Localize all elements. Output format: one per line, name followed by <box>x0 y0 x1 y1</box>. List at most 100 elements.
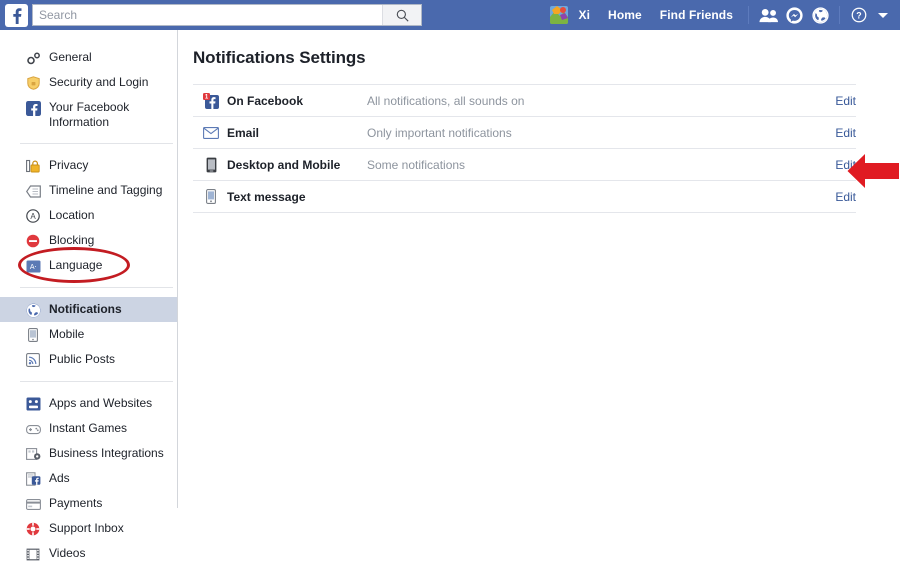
edit-button[interactable]: Edit <box>825 94 856 108</box>
row-description: All notifications, all sounds on <box>367 94 825 108</box>
sidebar-item-label: Language <box>49 257 102 273</box>
timeline-icon <box>25 183 41 199</box>
sidebar-item-label: Location <box>49 207 94 223</box>
facebook-square-icon <box>25 100 41 116</box>
svg-text:?: ? <box>856 11 861 21</box>
lifebuoy-icon <box>25 521 41 537</box>
sidebar-item-payments[interactable]: Payments <box>0 491 177 516</box>
sidebar-item-ads[interactable]: Ads <box>0 466 177 491</box>
facebook-notification-badge-icon: 1 <box>203 93 219 109</box>
sidebar-item-label: Security and Login <box>49 74 148 90</box>
sidebar-group-privacy: Privacy Timeline and Tagging A Location <box>0 153 177 278</box>
sidebar-item-label: Ads <box>49 470 70 486</box>
table-row[interactable]: Text message Edit <box>193 181 856 213</box>
help-icon[interactable]: ? <box>846 2 872 28</box>
gamepad-icon <box>25 421 41 437</box>
payments-card-icon <box>25 496 41 512</box>
ads-icon <box>25 471 41 487</box>
sidebar-item-label: Public Posts <box>49 351 115 367</box>
svg-text:A: A <box>30 212 36 221</box>
friend-requests-icon[interactable] <box>755 2 781 28</box>
table-row[interactable]: 1 On Facebook All notifications, all sou… <box>193 85 856 117</box>
profile-avatar[interactable] <box>550 6 568 24</box>
notifications-settings-list: 1 On Facebook All notifications, all sou… <box>193 84 856 213</box>
sidebar-item-label: Instant Games <box>49 420 127 436</box>
messenger-icon[interactable] <box>781 2 807 28</box>
sidebar-item-general[interactable]: General <box>0 45 177 70</box>
nav-divider <box>748 6 749 24</box>
sidebar-group-notifications: Notifications Mobile Public <box>0 297 177 372</box>
sidebar-item-label: Business Integrations <box>49 445 164 461</box>
row-label: On Facebook <box>227 94 367 108</box>
sidebar-item-notifications[interactable]: Notifications <box>0 297 177 322</box>
sidebar-item-location[interactable]: A Location <box>0 203 177 228</box>
top-navigation-bar: Xi Home Find Friends <box>0 0 900 30</box>
table-row[interactable]: Desktop and Mobile Some notifications Ed… <box>193 149 856 181</box>
notifications-globe-icon[interactable] <box>807 2 833 28</box>
search-bar[interactable] <box>32 4 422 26</box>
sidebar-item-label: Timeline and Tagging <box>49 182 162 198</box>
sidebar-item-apps-and-websites[interactable]: Apps and Websites <box>0 391 177 416</box>
row-description: Some notifications <box>367 158 825 172</box>
globe-icon <box>25 302 41 318</box>
sidebar-item-public-posts[interactable]: Public Posts <box>0 347 177 372</box>
page-title: Notifications Settings <box>193 48 856 68</box>
sidebar-divider <box>20 381 173 382</box>
sidebar-item-security-and-login[interactable]: Security and Login <box>0 70 177 95</box>
sidebar-item-support-inbox[interactable]: Support Inbox <box>0 516 177 541</box>
business-gear-icon <box>25 446 41 462</box>
sidebar-item-timeline-and-tagging[interactable]: Timeline and Tagging <box>0 178 177 203</box>
shield-icon <box>25 75 41 91</box>
header-right-nav: Xi Home Find Friends <box>546 0 891 30</box>
sidebar-item-label: Privacy <box>49 157 88 173</box>
envelope-icon <box>203 125 219 141</box>
sidebar-item-label: General <box>49 49 92 65</box>
sidebar-item-videos[interactable]: Videos <box>0 541 177 566</box>
settings-sidebar: General Security and Login Your Facebook… <box>0 30 178 508</box>
edit-button[interactable]: Edit <box>825 126 856 140</box>
rss-icon <box>25 352 41 368</box>
sidebar-item-your-facebook-information[interactable]: Your Facebook Information <box>0 95 177 134</box>
svg-text:A⋅: A⋅ <box>29 264 36 271</box>
mobile-icon <box>25 327 41 343</box>
sidebar-group-apps: Apps and Websites Instant Games <box>0 391 177 566</box>
find-friends-link[interactable]: Find Friends <box>651 0 742 30</box>
sidebar-item-mobile[interactable]: Mobile <box>0 322 177 347</box>
device-dark-icon <box>203 157 219 173</box>
phone-icon <box>203 189 219 205</box>
sidebar-item-label: Apps and Websites <box>49 395 152 411</box>
sidebar-item-business-integrations[interactable]: Business Integrations <box>0 441 177 466</box>
row-description: Only important notifications <box>367 126 825 140</box>
edit-button[interactable]: Edit <box>825 190 856 204</box>
sidebar-item-label: Blocking <box>49 232 94 248</box>
account-menu-caret-icon[interactable] <box>878 13 888 18</box>
sidebar-item-blocking[interactable]: Blocking <box>0 228 177 253</box>
sidebar-group-account: General Security and Login Your Facebook… <box>0 45 177 134</box>
sidebar-item-language[interactable]: A⋅ Language <box>0 253 177 278</box>
main-content: Notifications Settings 1 On Facebook All… <box>179 30 900 508</box>
table-row[interactable]: Email Only important notifications Edit <box>193 117 856 149</box>
profile-name-link[interactable]: Xi <box>570 0 600 30</box>
search-input[interactable] <box>33 5 382 25</box>
row-label: Desktop and Mobile <box>227 158 367 172</box>
row-label: Email <box>227 126 367 140</box>
edit-button[interactable]: Edit <box>825 158 856 172</box>
sidebar-item-instant-games[interactable]: Instant Games <box>0 416 177 441</box>
sidebar-divider <box>20 143 173 144</box>
home-link[interactable]: Home <box>599 0 651 30</box>
sidebar-item-label: Your Facebook Information <box>49 99 157 130</box>
search-icon[interactable] <box>382 5 421 25</box>
apps-icon <box>25 396 41 412</box>
sidebar-item-label: Mobile <box>49 326 84 342</box>
block-icon <box>25 233 41 249</box>
language-icon: A⋅ <box>25 258 41 274</box>
film-icon <box>25 546 41 562</box>
sidebar-item-label: Videos <box>49 545 85 561</box>
sidebar-item-label: Notifications <box>49 301 122 317</box>
sidebar-item-label: Payments <box>49 495 102 511</box>
facebook-logo-icon[interactable] <box>5 4 28 27</box>
sidebar-item-label: Support Inbox <box>49 520 124 536</box>
sidebar-item-privacy[interactable]: Privacy <box>0 153 177 178</box>
sidebar-divider <box>20 287 173 288</box>
lock-icon <box>25 158 41 174</box>
